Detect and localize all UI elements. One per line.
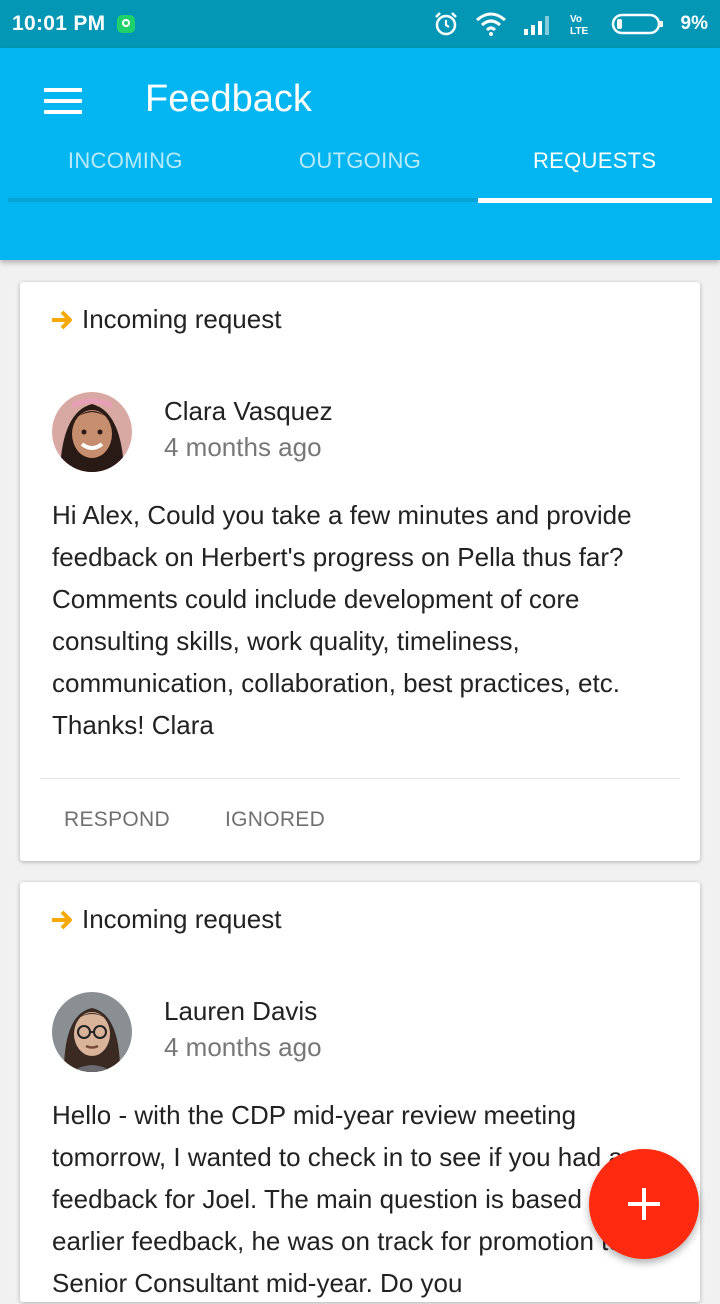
battery-icon [611,13,663,35]
requester-name: Clara Vasquez [164,396,333,426]
page-title: Feedback [145,78,312,120]
tab-outgoing[interactable]: OUTGOING [243,128,478,204]
avatar[interactable] [52,392,132,472]
status-bar: 10:01 PM Vo LTE 9% [0,0,720,48]
card-divider [40,778,680,779]
tab-bar: INCOMING OUTGOING REQUESTS [8,128,712,204]
arrow-right-icon [52,310,72,329]
respond-button[interactable]: RESPOND [64,808,170,832]
app-notification-icon [117,15,136,33]
tab-incoming[interactable]: INCOMING [8,128,243,204]
request-type-label: Incoming request [82,304,282,334]
request-time: 4 months ago [164,432,322,462]
signal-icon [523,16,549,35]
request-message: Hello - with the CDP mid-year review mee… [52,1100,659,1298]
alarm-icon [434,12,457,36]
card-actions: RESPOND IGNORED [64,808,325,832]
ignored-button[interactable]: IGNORED [225,808,325,832]
request-card: Incoming request Clara Vasquez 4 months … [20,282,700,861]
avatar[interactable] [52,992,132,1072]
volte-icon: Vo LTE [570,14,588,36]
svg-text:LTE: LTE [570,26,588,36]
hamburger-menu-icon[interactable] [44,88,84,118]
request-card-header: Incoming request [50,904,281,935]
svg-text:Vo: Vo [570,14,582,25]
battery-percent: 9% [680,13,708,34]
requester-name: Lauren Davis [164,996,318,1026]
wifi-icon [475,12,506,36]
request-card-header: Incoming request [50,304,281,335]
request-message: Hi Alex, Could you take a few minutes an… [52,500,632,740]
status-icons: Vo LTE 9% [433,0,708,48]
tab-requests[interactable]: REQUESTS [477,128,712,204]
tab-active-indicator [478,198,712,203]
status-time: 10:01 PM [12,12,106,35]
arrow-right-icon [52,910,72,929]
request-type-label: Incoming request [82,904,282,934]
request-card: Incoming request Lauren Davis 4 months a… [20,882,700,1302]
add-request-button[interactable] [589,1149,699,1259]
tab-baseline [8,198,478,202]
request-time: 4 months ago [164,1032,322,1062]
